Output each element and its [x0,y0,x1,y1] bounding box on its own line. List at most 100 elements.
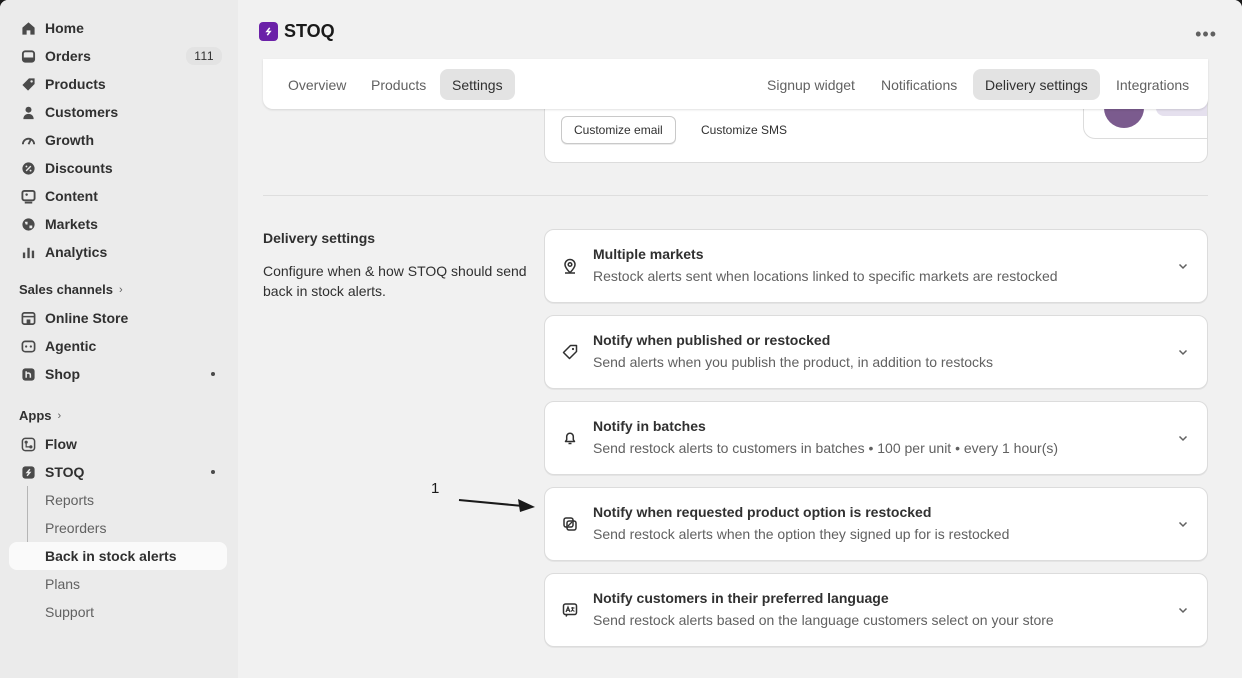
tab-integrations[interactable]: Integrations [1104,69,1201,100]
chevron-down-icon[interactable] [1177,604,1189,616]
tab-overview[interactable]: Overview [276,69,358,100]
status-dot [211,372,215,376]
location-pin-icon [564,258,576,274]
sidebar-subitem-reports[interactable]: Reports [9,486,227,514]
sidebar-item-flow[interactable]: Flow [9,430,227,458]
store-icon [9,311,45,326]
agentic-icon [9,339,45,354]
setting-card-notify-published[interactable]: Notify when published or restocked Send … [544,315,1208,389]
sidebar-item-label: Flow [45,436,77,452]
orders-count-badge: 111 [186,47,222,65]
tab-products[interactable]: Products [359,69,438,100]
sidebar-item-orders[interactable]: Orders 111 [9,42,227,70]
tab-delivery-settings[interactable]: Delivery settings [973,69,1100,100]
chevron-down-icon[interactable] [1177,432,1189,444]
sidebar-item-agentic[interactable]: Agentic [9,332,227,360]
setting-card-notify-language[interactable]: Notify customers in their preferred lang… [544,573,1208,647]
sidebar-item-label: Growth [45,132,94,148]
stoq-logo-icon [259,22,278,41]
chevron-right-icon: › [118,283,123,296]
setting-description: Send restock alerts based on the languag… [593,612,1054,628]
sidebar-item-label: Orders [45,48,91,64]
setting-description: Send restock alerts to customers in batc… [593,440,1059,456]
stoq-icon [9,465,45,480]
variant-icon [563,517,577,531]
sales-channels-label: Sales channels [19,282,113,297]
setting-description: Send restock alerts when the option they… [593,526,1010,542]
more-actions-icon[interactable]: ••• [1195,24,1217,45]
language-icon [562,603,578,617]
sidebar-subitem-plans[interactable]: Plans [9,570,227,598]
setting-title: Notify when published or restocked [593,332,831,348]
tab-bar: Overview Products Settings Signup widget… [263,59,1208,109]
setting-card-multiple-markets[interactable]: Multiple markets Restock alerts sent whe… [544,229,1208,303]
flow-icon [9,437,45,452]
sidebar-item-products[interactable]: Products [9,70,227,98]
customize-email-button[interactable]: Customize email [561,116,676,144]
sidebar-item-content[interactable]: Content [9,182,227,210]
chevron-right-icon: › [57,409,62,422]
sidebar-item-label: Markets [45,216,98,232]
setting-card-notify-option-restocked[interactable]: Notify when requested product option is … [544,487,1208,561]
sidebar-item-stoq[interactable]: STOQ [9,458,227,486]
inbox-icon [9,49,45,64]
sidebar-item-label: Discounts [45,160,113,176]
sidebar-item-label: Analytics [45,244,108,260]
tag-icon [9,77,45,92]
delivery-settings-description: Configure when & how STOQ should send ba… [263,263,527,299]
sidebar-item-online-store[interactable]: Online Store [9,304,227,332]
sidebar-subitem-back-in-stock-alerts[interactable]: Back in stock alerts [9,542,227,570]
chevron-down-icon[interactable] [1177,260,1189,272]
sidebar-item-label: Online Store [45,310,129,326]
sidebar-subitem-support[interactable]: Support [9,598,227,626]
app-title: STOQ [284,21,335,41]
setting-title: Multiple markets [593,246,704,262]
sidebar-item-label: Content [45,188,98,204]
setting-title: Notify when requested product option is … [593,504,932,520]
sidebar-item-label: Shop [45,366,80,382]
setting-card-notify-batches[interactable]: Notify in batches Send restock alerts to… [544,401,1208,475]
globe-icon [9,217,45,232]
annotation-arrow-icon [458,499,535,512]
sidebar-item-label: STOQ [45,464,85,480]
sidebar-item-label: Agentic [45,338,97,354]
home-icon [9,21,45,36]
shop-icon [9,367,45,382]
sidebar-item-label: Products [45,76,106,92]
person-icon [9,105,45,120]
sidebar-item-home[interactable]: Home [9,14,227,42]
customize-sms-button[interactable]: Customize SMS [701,116,787,144]
chevron-down-icon[interactable] [1177,518,1189,530]
setting-description: Restock alerts sent when locations linke… [593,268,1058,284]
main-content: STOQ ••• Overview Products Settings Sign… [238,0,1242,678]
tag-icon [562,344,578,360]
sidebar-item-customers[interactable]: Customers [9,98,227,126]
sidebar: Home Orders 111 Products Customers Growt… [0,0,238,678]
app-window: Home Orders 111 Products Customers Growt… [0,0,1242,678]
sidebar-item-label: Home [45,20,84,36]
gauge-icon [9,133,45,148]
tab-notifications[interactable]: Notifications [869,69,969,100]
chevron-down-icon[interactable] [1177,346,1189,358]
annotation-number: 1 [431,480,440,497]
sidebar-item-analytics[interactable]: Analytics [9,238,227,266]
sidebar-item-label: Customers [45,104,119,120]
setting-description: Send alerts when you publish the product… [593,354,994,370]
image-icon [9,189,45,204]
tab-settings[interactable]: Settings [440,69,515,100]
apps-label: Apps [19,408,52,423]
apps-heading[interactable]: Apps › [19,408,61,423]
sidebar-subitem-preorders[interactable]: Preorders [9,514,227,542]
sidebar-item-shop[interactable]: Shop [9,360,227,388]
sidebar-item-markets[interactable]: Markets [9,210,227,238]
app-header: STOQ [259,21,335,42]
bell-icon [564,432,576,445]
setting-title: Notify customers in their preferred lang… [593,590,889,606]
bar-chart-icon [9,245,45,260]
sidebar-item-growth[interactable]: Growth [9,126,227,154]
tab-signup-widget[interactable]: Signup widget [755,69,867,100]
discount-icon [9,161,45,176]
section-divider [263,195,1208,196]
sidebar-item-discounts[interactable]: Discounts [9,154,227,182]
sales-channels-heading[interactable]: Sales channels › [19,282,123,297]
